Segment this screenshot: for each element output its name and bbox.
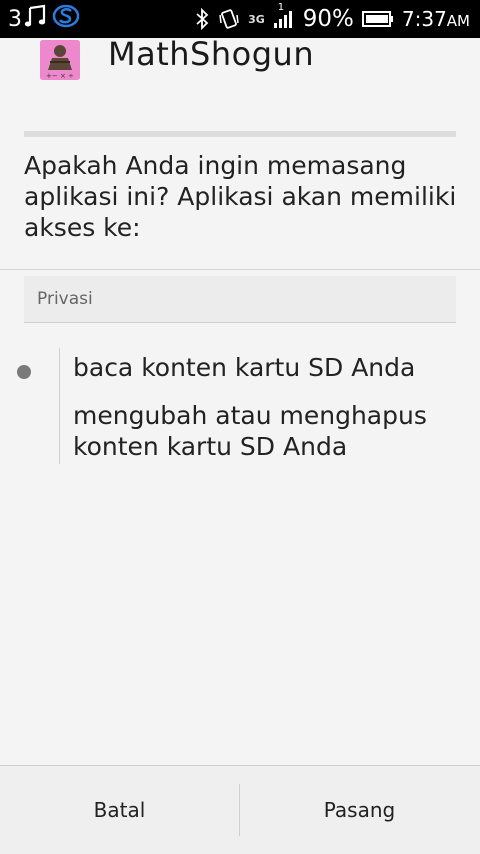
signal-badge: 1 [277,2,285,13]
permission-group-bar [59,348,60,464]
clock-ampm: AM [446,12,470,30]
permission-list: baca konten kartu SD Anda mengubah atau … [73,352,463,479]
install-question: Apakah Anda ingin memasang aplikasi ini?… [24,151,457,242]
status-bar: 3 3G 1 90% 7:37AM [0,0,480,38]
permission-item-read-sd: baca konten kartu SD Anda [73,353,416,382]
section-title: Privasi [37,289,93,309]
app-name: MathShogun [108,35,315,73]
status-left-group: 3 [8,4,80,34]
button-bar: Batal Pasang [0,765,480,854]
vibrate-icon [218,8,240,30]
section-header-privacy: Privasi [24,276,456,323]
status-right-group: 3G 1 90% 7:37AM [194,2,470,34]
notification-count: 3 [8,6,22,32]
permission-item-modify-sd: mengubah atau menghapus konten kartu SD … [73,401,427,461]
bluetooth-icon [194,8,210,30]
music-note-icon [24,3,50,35]
header-divider [24,131,456,137]
clock-time: 7:37 [401,7,447,31]
section-divider [0,269,480,270]
install-button[interactable]: Pasang [240,766,479,854]
clock: 7:37AM [402,7,470,31]
app-icon: +− × ÷ [40,40,80,80]
cancel-button[interactable]: Batal [0,766,239,854]
signal-icon: 1 [273,2,295,30]
battery-percent: 90% [302,6,354,32]
battery-icon [361,10,394,28]
svg-text:+− × ÷: +− × ÷ [46,72,74,80]
permission-bullet-icon [17,365,31,379]
network-type: 3G [248,12,265,26]
s-app-icon [52,3,80,35]
